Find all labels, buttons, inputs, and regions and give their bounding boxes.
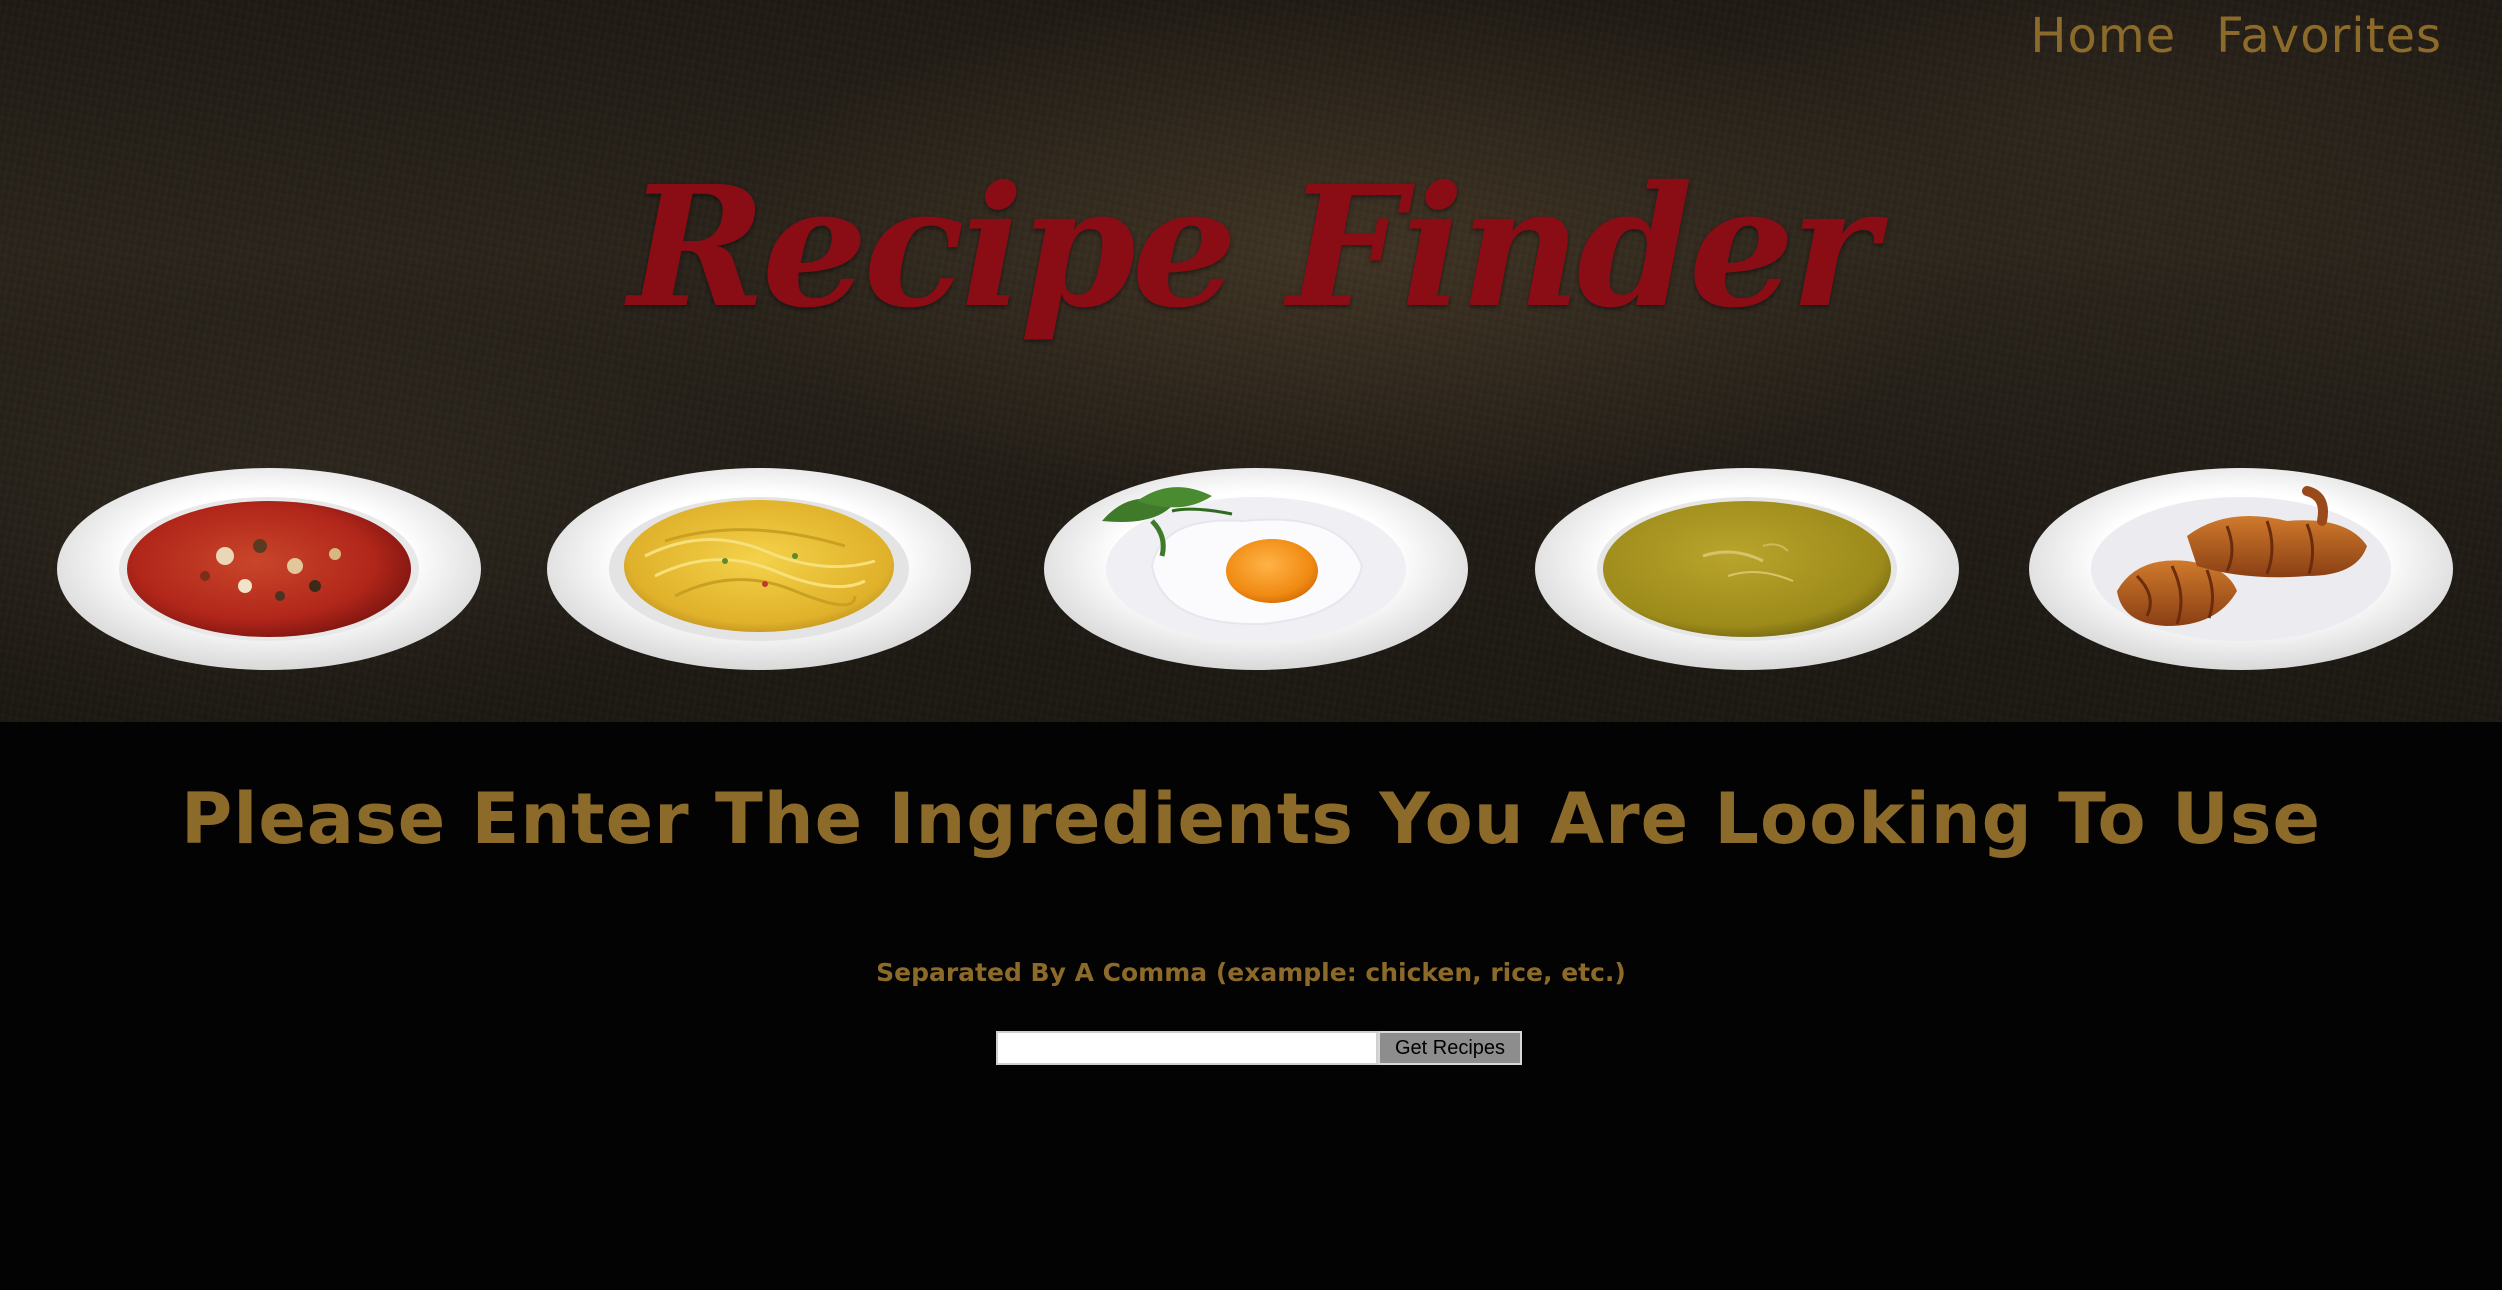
ingredients-input[interactable] — [996, 1031, 1378, 1065]
ingredients-prompt-heading: Please Enter The Ingredients You Are Loo… — [181, 778, 2321, 860]
fried-egg-plate-image — [1042, 466, 1470, 672]
nav-home-link[interactable]: Home — [2030, 8, 2176, 64]
nav-favorites-link[interactable]: Favorites — [2216, 8, 2442, 64]
tomato-soup-plate-image — [55, 466, 483, 672]
ingredient-search-form: Get Recipes — [996, 1031, 1522, 1065]
ingredients-prompt-subtext: Separated By A Comma (example: chicken, … — [876, 958, 1626, 987]
top-nav: Home Favorites — [2030, 8, 2442, 64]
spaghetti-plate-image — [545, 466, 973, 672]
site-title: Recipe Finder — [628, 150, 1878, 345]
get-recipes-button[interactable]: Get Recipes — [1378, 1031, 1522, 1065]
hero-banner: Home Favorites Recipe Finder — [0, 0, 2502, 722]
croissant-plate-image — [2027, 466, 2455, 672]
green-soup-plate-image — [1533, 466, 1961, 672]
